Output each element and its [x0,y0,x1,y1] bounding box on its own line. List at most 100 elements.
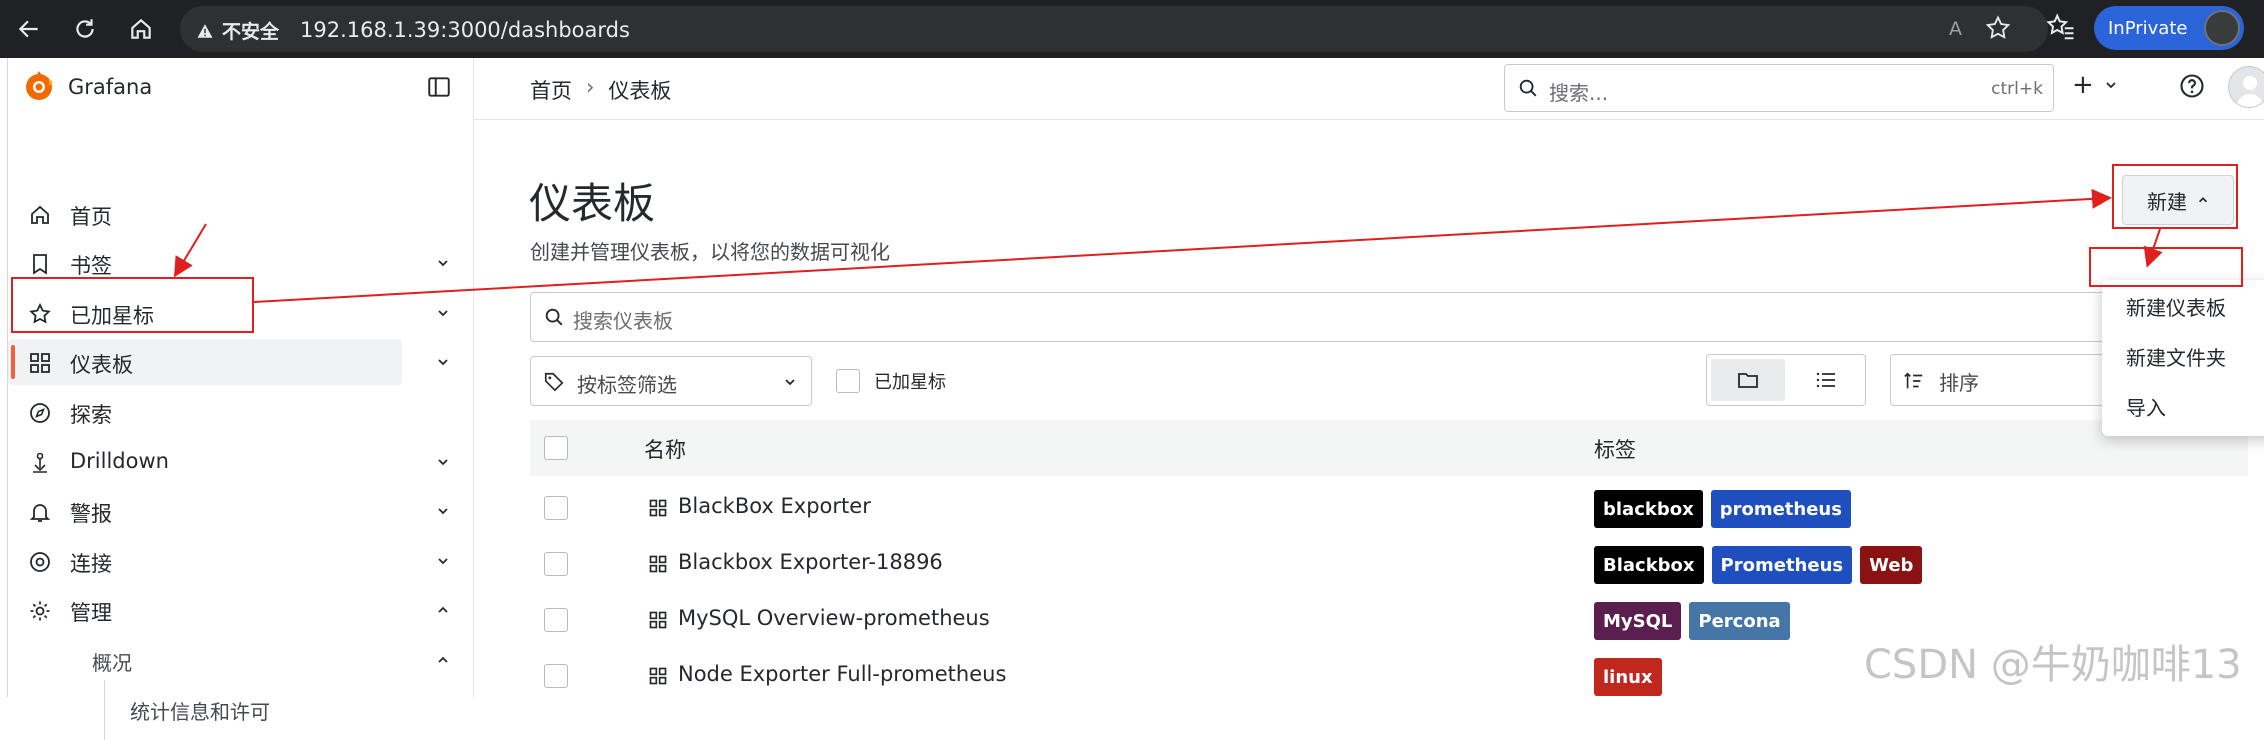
dashboard-grid-icon [649,611,667,629]
dashboard-title[interactable]: MySQL Overview-prometheus [678,606,990,630]
search-placeholder: 搜索... [1549,81,1609,105]
sidebar-item-starred[interactable]: 已加星标 [8,290,474,336]
global-search-input[interactable]: 搜索... ctrl+k [1504,64,2054,112]
row-checkbox[interactable] [544,608,568,632]
column-header-name[interactable]: 名称 [644,434,686,464]
select-all-checkbox[interactable] [544,436,568,460]
sidebar-item-dashboards[interactable]: 仪表板 [8,339,474,385]
chevron-down-icon[interactable] [436,256,450,270]
bookmark-icon [33,254,47,275]
tag-badge[interactable]: blackbox [1594,490,1703,528]
breadcrumb-home[interactable]: 首页 [530,75,572,105]
folder-view-button[interactable] [1711,359,1785,401]
sidebar-item-stats-license[interactable]: 统计信息和许可 [8,680,474,740]
warning-icon [197,23,213,38]
compass-icon [30,403,50,423]
table-row[interactable]: BlackBox Exporter blackbox prometheus [530,480,2248,536]
home-icon [31,205,49,224]
row-checkbox[interactable] [544,552,568,576]
sidebar-item-label: 仪表板 [70,353,133,377]
address-bar[interactable]: 不安全 192.168.1.39:3000/dashboards A [180,6,2048,52]
tag-badge[interactable]: Prometheus [1711,546,1853,584]
menu-item-new-dashboard[interactable]: 新建仪表板 [2102,282,2264,330]
starred-checkbox[interactable] [836,369,860,393]
sidebar-item-bookmarks[interactable]: 书签 [8,240,474,286]
favorites-icon [2046,13,2074,40]
tag-badge[interactable]: MySQL [1594,602,1682,640]
new-button-label: 新建 [2147,189,2187,214]
help-button[interactable] [2178,72,2206,104]
dashboard-title[interactable]: Node Exporter Full-prometheus [678,662,1006,686]
row-checkbox[interactable] [544,664,568,688]
chevron-down-icon[interactable] [436,554,450,568]
chevron-down-icon[interactable] [436,355,450,369]
dock-icon [428,77,450,97]
app-name: Grafana [68,75,153,99]
back-button[interactable] [10,10,48,48]
search-shortcut: ctrl+k [1991,79,2043,99]
sidebar-item-label: 概况 [92,651,132,675]
dock-menu-button[interactable] [426,74,452,104]
menu-item-import[interactable]: 导入 [2102,382,2264,430]
table-row[interactable]: Blackbox Exporter-18896 Blackbox Prometh… [530,536,2248,592]
star-icon [1985,15,2011,39]
menu-item-new-folder[interactable]: 新建文件夹 [2102,332,2264,380]
sidebar-item-drilldown[interactable]: Drilldown [8,439,474,485]
new-dropdown-menu: 新建仪表板 新建文件夹 导入 [2102,280,2264,436]
dashboard-grid-icon [649,667,667,685]
chevron-up-icon[interactable] [436,603,450,617]
main-content: 仪表板 创建并管理仪表板，以将您的数据可视化 新建 搜索仪表板 按标签筛选 已加… [474,120,2264,697]
sidebar-item-label: 已加星标 [70,304,154,328]
sidebar-item-administration[interactable]: 管理 [8,587,474,633]
bell-icon [29,504,51,522]
chevron-down-icon[interactable] [436,455,450,469]
add-new-button[interactable]: + [2072,72,2118,98]
starred-label: 已加星标 [874,372,946,393]
dashboard-search-input[interactable]: 搜索仪表板 [530,292,2248,342]
tag-list: MySQL Percona [1594,602,1790,640]
dashboard-title[interactable]: Blackbox Exporter-18896 [678,550,943,574]
sidebar-item-label: 书签 [70,254,112,278]
user-avatar[interactable] [2228,66,2264,108]
breadcrumb-dashboards[interactable]: 仪表板 [608,75,671,105]
tag-filter-select[interactable]: 按标签筛选 [530,356,812,406]
dashboard-title[interactable]: BlackBox Exporter [678,494,871,518]
list-view-button[interactable] [1789,359,1863,401]
home-button[interactable] [122,10,160,48]
tag-list: blackbox prometheus [1594,490,1851,528]
sidebar-item-connections[interactable]: 连接 [8,538,474,584]
tag-icon [544,372,564,392]
tag-badge[interactable]: linux [1594,658,1662,696]
chevron-down-icon[interactable] [436,306,450,320]
tag-badge[interactable]: Blackbox [1594,546,1704,584]
sidebar-item-explore[interactable]: 探索 [8,389,474,435]
sidebar-item-label: 首页 [70,205,112,229]
read-aloud-icon[interactable]: A [1949,18,1962,40]
security-warning[interactable]: 不安全 [196,17,279,44]
refresh-button[interactable] [66,10,104,48]
sidebar-item-home[interactable]: 首页 [8,191,474,237]
chevron-up-icon[interactable] [436,653,450,667]
chevron-down-icon[interactable] [436,504,450,518]
chevron-up-icon [2198,197,2208,203]
tag-badge[interactable]: prometheus [1710,490,1851,528]
tag-badge[interactable]: Web [1860,546,1923,584]
sidebar-item-overview[interactable]: 概况 [8,637,474,683]
tag-badge[interactable]: Percona [1689,602,1790,640]
starred-filter[interactable]: 已加星标 [836,368,946,394]
new-button[interactable]: 新建 [2122,175,2234,225]
chevron-down-icon [785,379,795,386]
inprivate-button[interactable]: InPrivate [2094,6,2244,50]
row-checkbox[interactable] [544,496,568,520]
dashboard-grid-icon [649,555,667,573]
view-toggle [1706,354,1866,406]
dashboard-grid-icon [649,499,667,517]
grafana-logo-icon[interactable] [22,70,56,108]
url-text[interactable]: 192.168.1.39:3000/dashboards [300,18,630,42]
refresh-icon [76,19,94,38]
grafana-app: Grafana 首页 书签 已加星标 仪表板 探索 Drilldown 警报 连… [7,58,2264,740]
favorites-button[interactable] [2046,12,2076,46]
sidebar-item-alerting[interactable]: 警报 [8,488,474,534]
favorite-star-button[interactable] [1984,14,2012,46]
sidebar: Grafana 首页 书签 已加星标 仪表板 探索 Drilldown 警报 连… [8,58,474,740]
